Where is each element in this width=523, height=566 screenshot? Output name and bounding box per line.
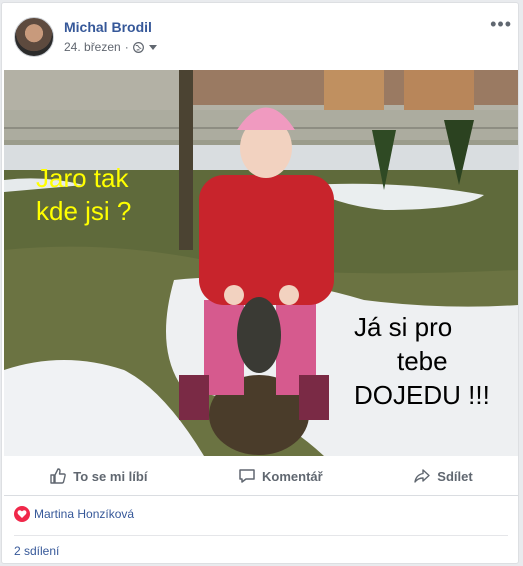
reactions-summary[interactable]: Martina Honzíková: [14, 506, 134, 522]
like-button[interactable]: To se mi líbí: [39, 463, 157, 489]
divider: [4, 495, 518, 496]
share-button[interactable]: Sdílet: [403, 463, 482, 489]
reaction-names[interactable]: Martina Honzíková: [34, 507, 134, 521]
photo-caption-right-2: tebe: [397, 346, 448, 376]
comment-icon: [239, 469, 255, 483]
post-card: Michal Brodil 24. březen · ••• Jaro tak …: [1, 2, 519, 564]
post-photo[interactable]: Jaro tak kde jsi ? Já si pro tebe DOJEDU…: [4, 70, 518, 456]
post-header: Michal Brodil 24. březen · •••: [14, 15, 512, 63]
photo-caption-left-1: Jaro tak: [36, 163, 129, 193]
post-date[interactable]: 24. březen: [64, 40, 121, 54]
comment-label: Komentář: [262, 468, 323, 484]
share-count[interactable]: 2 sdílení: [14, 544, 59, 558]
avatar[interactable]: [14, 17, 54, 57]
author-name[interactable]: Michal Brodil: [64, 19, 152, 35]
heart-icon: [14, 506, 30, 522]
comment-button[interactable]: Komentář: [228, 463, 333, 489]
photo-image: Jaro tak kde jsi ? Já si pro tebe DOJEDU…: [4, 70, 518, 456]
like-label: To se mi líbí: [73, 468, 148, 484]
post-actions: To se mi líbí Komentář Sdílet: [4, 458, 518, 494]
photo-caption-right-1: Já si pro: [354, 312, 452, 342]
audience-dropdown-icon[interactable]: [148, 44, 157, 50]
divider: [14, 535, 508, 536]
post-meta: 24. březen ·: [64, 40, 157, 54]
photo-caption-right-3: DOJEDU !!!: [354, 380, 490, 410]
more-options-button[interactable]: •••: [490, 15, 512, 33]
share-label: Sdílet: [437, 468, 473, 484]
share-arrow-icon: [414, 469, 430, 483]
photo-caption-left-2: kde jsi ?: [36, 196, 131, 226]
globe-icon[interactable]: [132, 41, 144, 53]
thumbs-up-icon: [50, 468, 67, 484]
